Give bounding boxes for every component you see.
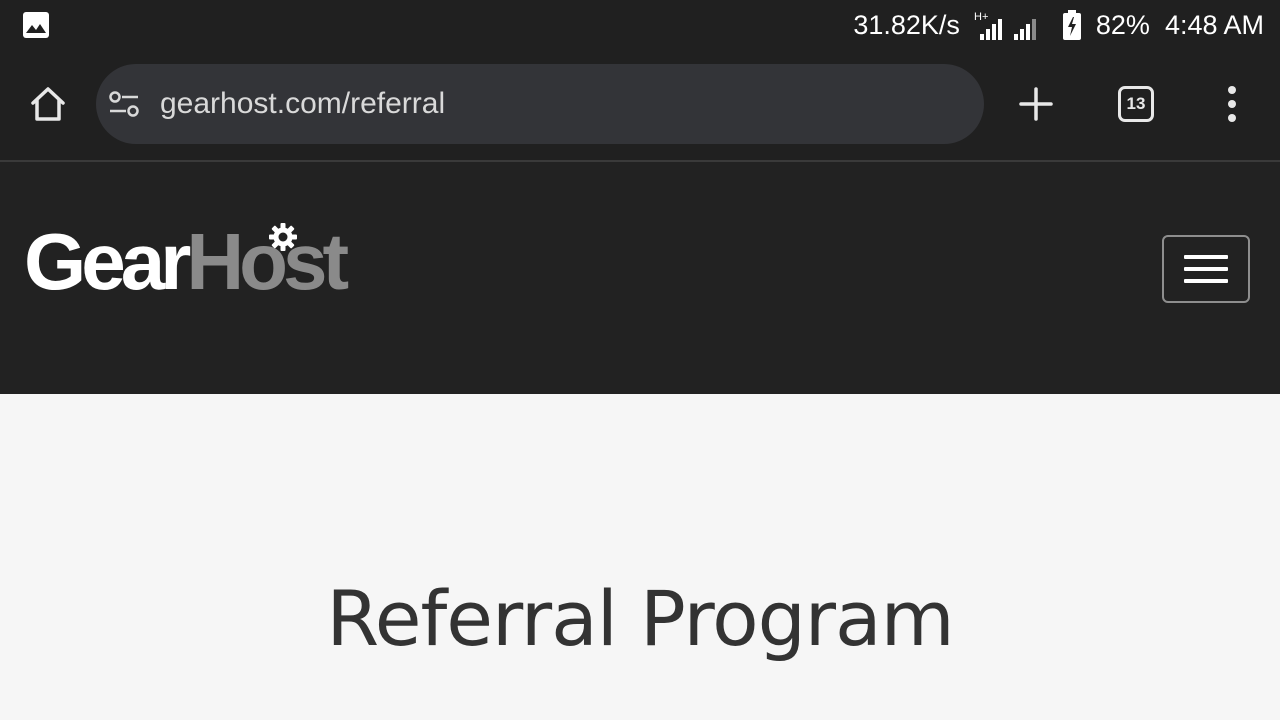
status-indicators: 31.82K/s H+ 82% 4:48 AM: [853, 0, 1264, 50]
hamburger-icon-line: [1184, 279, 1228, 283]
site-header: GearHost: [0, 162, 1280, 394]
clock: 4:48 AM: [1164, 9, 1264, 40]
logo-gear-text: Gear: [24, 217, 191, 306]
tune-icon[interactable]: [108, 90, 140, 118]
hamburger-icon: [1184, 255, 1228, 259]
main-content: Referral Program: [0, 394, 1280, 720]
hamburger-icon-line: [1184, 267, 1228, 271]
home-button[interactable]: [24, 80, 72, 128]
status-bar: 31.82K/s H+ 82% 4:48 AM: [0, 0, 1280, 50]
plus-icon: [1019, 87, 1053, 121]
cog-icon: [269, 223, 297, 251]
new-tab-button[interactable]: [1012, 80, 1060, 128]
browser-menu-button[interactable]: [1208, 80, 1256, 128]
home-icon: [31, 87, 65, 121]
browser-toolbar: gearhost.com/referral 13: [0, 50, 1280, 160]
tab-switcher-icon: 13: [1118, 86, 1154, 122]
tab-switcher-button[interactable]: 13: [1112, 80, 1160, 128]
logo-host-text: Host: [186, 217, 349, 306]
network-speed: 31.82K/s: [853, 9, 960, 40]
battery-percentage: 82%: [1095, 9, 1150, 40]
page-title: Referral Program: [326, 574, 954, 663]
address-bar[interactable]: gearhost.com/referral: [96, 64, 984, 144]
more-vert-icon: [1228, 86, 1236, 122]
tab-count: 13: [1126, 94, 1146, 113]
signal-icon: H+: [974, 11, 1036, 40]
battery-icon: [1062, 10, 1081, 40]
image-icon: [23, 12, 49, 38]
site-menu-button[interactable]: [1162, 235, 1250, 303]
url-text[interactable]: gearhost.com/referral: [160, 64, 445, 144]
network-type-label: H+: [974, 11, 988, 23]
